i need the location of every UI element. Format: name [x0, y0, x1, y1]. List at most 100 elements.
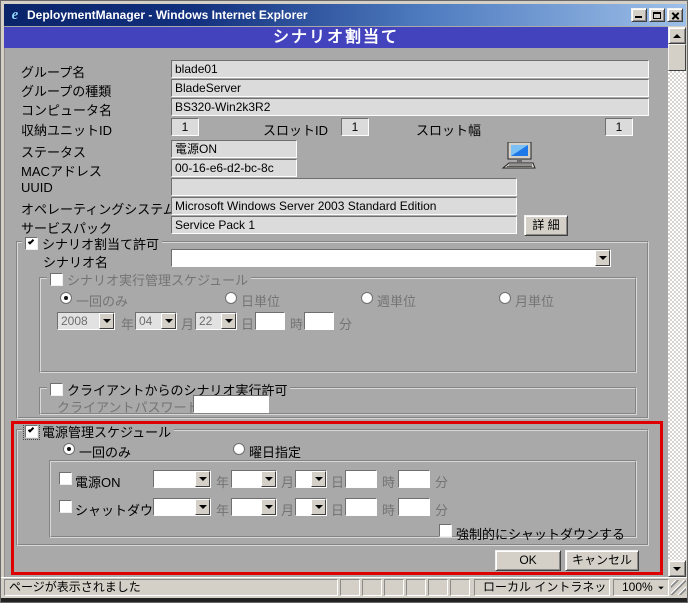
detail-button[interactable]: 詳 細	[524, 215, 568, 236]
force-shutdown-checkbox[interactable]	[439, 524, 452, 537]
shutdown-hour-unit: 時	[382, 503, 396, 518]
power-on-minute-unit: 分	[435, 475, 449, 490]
schedule-year-combobox[interactable]: 2008	[57, 312, 115, 330]
power-on-day-combobox[interactable]	[295, 470, 327, 488]
power-schedule-legend: 電源管理スケジュール	[22, 422, 175, 441]
power-weekday-radio[interactable]	[233, 443, 245, 455]
zoom-level: 100%	[622, 580, 653, 594]
statusbar-cell	[406, 579, 426, 596]
shutdown-year-combobox[interactable]	[153, 498, 211, 516]
schedule-day-combobox[interactable]: 22	[195, 312, 237, 330]
chevron-down-icon	[198, 505, 207, 509]
shutdown-year-dropdown-button[interactable]	[195, 499, 210, 515]
slot-id-field: 1	[341, 118, 369, 136]
chevron-down-icon	[314, 505, 323, 509]
scenario-schedule-legend-label: シナリオ実行管理スケジュール	[67, 273, 249, 288]
power-once-radio[interactable]	[63, 443, 75, 455]
power-on-minute-field[interactable]	[398, 470, 430, 488]
power-on-month-dropdown-button[interactable]	[261, 471, 276, 487]
os-field: Microsoft Windows Server 2003 Standard E…	[171, 197, 517, 215]
check-icon	[27, 426, 35, 433]
shutdown-hour-field[interactable]	[345, 498, 377, 516]
schedule-month-value: 04	[139, 314, 153, 328]
cancel-button[interactable]: キャンセル	[565, 550, 639, 571]
maximize-button[interactable]	[649, 8, 665, 22]
scenario-name-combobox[interactable]	[171, 249, 611, 267]
chevron-down-icon	[657, 586, 664, 589]
shutdown-day-combobox[interactable]	[295, 498, 327, 516]
close-button[interactable]	[667, 8, 683, 22]
schedule-monthly-radio[interactable]	[499, 292, 511, 304]
service-pack-field: Service Pack 1	[171, 216, 517, 234]
statusbar-cell	[384, 579, 404, 596]
power-on-month-unit: 月	[281, 475, 295, 490]
power-on-checkbox[interactable]	[59, 472, 72, 485]
statusbar-cell	[450, 579, 470, 596]
group-name-field: blade01	[171, 60, 649, 78]
schedule-hour-field[interactable]	[255, 312, 285, 330]
slot-width-field: 1	[605, 118, 633, 136]
scroll-down-button[interactable]	[668, 560, 686, 577]
shutdown-minute-field[interactable]	[398, 498, 430, 516]
status-field: 電源ON	[171, 140, 297, 158]
power-on-hour-field[interactable]	[345, 470, 377, 488]
scenario-assign-legend-label: シナリオ割当て許可	[42, 237, 160, 252]
minimize-button[interactable]	[631, 8, 647, 22]
group-type-field: BladeServer	[171, 79, 649, 97]
mac-label: MACアドレス	[21, 164, 102, 179]
schedule-daily-radio[interactable]	[225, 292, 237, 304]
power-on-label: 電源ON	[75, 475, 121, 490]
computer-icon	[501, 142, 537, 173]
mac-field: 00-16-e6-d2-bc-8c	[171, 159, 297, 177]
resize-grip[interactable]	[671, 580, 686, 595]
security-zone-panel: ローカル イントラネット	[474, 579, 610, 596]
shutdown-checkbox[interactable]	[59, 500, 72, 513]
scroll-up-button[interactable]	[668, 27, 686, 44]
status-message: ページが表示されました	[9, 580, 141, 594]
radio-dot-icon	[64, 296, 68, 300]
scenario-schedule-checkbox[interactable]	[50, 273, 63, 286]
chevron-down-icon	[224, 319, 233, 323]
schedule-month-unit: 月	[181, 317, 195, 332]
schedule-minute-field[interactable]	[304, 312, 334, 330]
titlebar: e DeploymentManager - Windows Internet E…	[4, 4, 686, 26]
chevron-down-icon	[102, 319, 111, 323]
status-message-panel: ページが表示されました	[4, 579, 338, 596]
shutdown-day-dropdown-button[interactable]	[311, 499, 326, 515]
unit-id-field: 1	[171, 118, 199, 136]
unit-id-label: 収納ユニットID	[21, 123, 113, 138]
uuid-field	[171, 178, 517, 196]
zoom-control[interactable]: 100%	[613, 579, 669, 596]
power-on-year-dropdown-button[interactable]	[195, 471, 210, 487]
schedule-year-dropdown-button[interactable]	[99, 313, 114, 329]
shutdown-month-dropdown-button[interactable]	[261, 499, 276, 515]
browser-window: e DeploymentManager - Windows Internet E…	[0, 0, 688, 603]
ok-button[interactable]: OK	[495, 550, 561, 571]
power-on-month-combobox[interactable]	[231, 470, 277, 488]
scenario-schedule-legend: シナリオ実行管理スケジュール	[47, 270, 252, 289]
power-schedule-checkbox[interactable]	[23, 423, 40, 440]
client-password-field[interactable]	[193, 395, 269, 413]
power-on-year-combobox[interactable]	[153, 470, 211, 488]
schedule-once-radio[interactable]	[60, 292, 72, 304]
statusbar-cell	[362, 579, 382, 596]
schedule-day-dropdown-button[interactable]	[221, 313, 236, 329]
ie-logo-icon: e	[11, 6, 19, 23]
schedule-day-value: 22	[199, 314, 213, 328]
os-label: オペレーティングシステム	[21, 202, 176, 217]
schedule-month-dropdown-button[interactable]	[161, 313, 176, 329]
scenario-name-dropdown-button[interactable]	[595, 250, 610, 266]
schedule-minute-unit: 分	[339, 317, 353, 332]
schedule-weekly-label: 週単位	[377, 294, 417, 309]
shutdown-year-unit: 年	[216, 503, 230, 518]
vertical-scrollbar[interactable]	[668, 27, 686, 577]
schedule-daily-label: 日単位	[241, 294, 281, 309]
schedule-weekly-radio[interactable]	[361, 292, 373, 304]
schedule-month-combobox[interactable]: 04	[135, 312, 177, 330]
shutdown-month-combobox[interactable]	[231, 498, 277, 516]
scrollbar-thumb[interactable]	[668, 44, 686, 71]
scenario-assign-checkbox[interactable]	[25, 237, 38, 250]
client-exec-checkbox[interactable]	[50, 383, 63, 396]
schedule-once-label: 一回のみ	[76, 294, 129, 309]
power-on-day-dropdown-button[interactable]	[311, 471, 326, 487]
